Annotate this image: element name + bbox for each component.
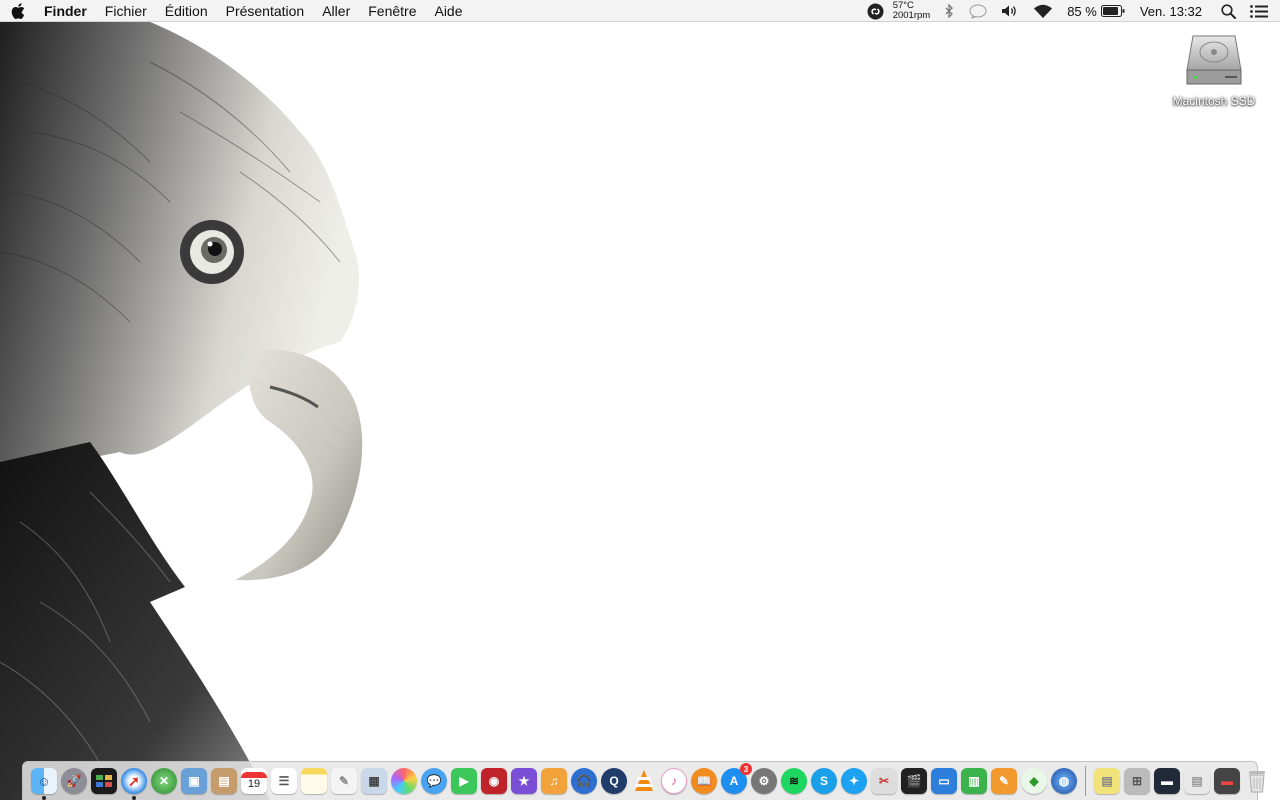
network-globe-icon[interactable]: ✕ <box>151 768 177 794</box>
launchpad-icon[interactable]: 🚀 <box>61 768 87 794</box>
app-store-icon[interactable]: A 3 <box>721 763 752 794</box>
messages-status-icon[interactable] <box>962 0 994 22</box>
drive-label: Macintosh SSD <box>1172 94 1256 108</box>
final-cut-icon[interactable]: 🎬 <box>901 768 927 794</box>
volume-icon[interactable] <box>994 0 1026 22</box>
menu-fichier[interactable]: Fichier <box>96 0 156 22</box>
mission-control-icon[interactable] <box>91 768 117 794</box>
photo-booth-icon[interactable]: ▦ <box>361 768 387 794</box>
messages-icon[interactable]: 💬 <box>421 768 447 794</box>
menu-aide[interactable]: Aide <box>425 0 471 22</box>
macintosh-ssd-drive[interactable]: Macintosh SSD <box>1166 30 1262 108</box>
stickies-folder-icon[interactable]: ▤ <box>1094 768 1120 794</box>
sims-icon[interactable]: ◆ <box>1021 768 1047 794</box>
recent-items-stack-icon[interactable]: ▬ <box>1214 768 1240 794</box>
app-store-badge: 3 <box>740 763 752 775</box>
menu-aller[interactable]: Aller <box>313 0 359 22</box>
desktop[interactable]: Macintosh SSD <box>0 22 1280 800</box>
hard-drive-icon <box>1186 35 1242 85</box>
vlc-icon[interactable] <box>631 768 657 794</box>
photos-icon[interactable] <box>391 768 417 794</box>
photo-booth-red-icon[interactable]: ◉ <box>481 768 507 794</box>
notification-center-icon[interactable] <box>1243 0 1280 22</box>
downloads-stack-icon[interactable]: ▬ <box>1154 768 1180 794</box>
documents-stack-icon[interactable]: ▤ <box>1184 768 1210 794</box>
audio-headphones-icon[interactable]: 🎧 <box>571 768 597 794</box>
spotlight-icon[interactable] <box>1214 0 1243 22</box>
numbers-icon[interactable]: ▥ <box>961 768 987 794</box>
google-earth-icon[interactable]: ◍ <box>1051 768 1077 794</box>
menu-finder[interactable]: Finder <box>36 0 96 22</box>
ibooks-icon[interactable]: 📖 <box>691 768 717 794</box>
clock[interactable]: Ven. 13:32 <box>1132 0 1214 22</box>
textedit-icon[interactable]: ✎ <box>331 768 357 794</box>
shazam-icon[interactable] <box>860 0 891 22</box>
contacts-icon[interactable]: ▤ <box>211 768 237 794</box>
notes-icon[interactable] <box>301 768 327 794</box>
battery-percentage: 85 % <box>1067 3 1097 19</box>
battery-icon <box>1100 5 1125 17</box>
battery-status[interactable]: 85 % <box>1060 0 1132 22</box>
dock-separator <box>1085 766 1086 796</box>
trash-icon[interactable] <box>1244 768 1270 794</box>
twitter-icon[interactable]: ✦ <box>841 768 867 794</box>
running-indicator <box>42 796 46 800</box>
system-preferences-icon[interactable]: ⚙ <box>751 768 777 794</box>
wifi-icon[interactable] <box>1026 0 1060 22</box>
keynote-icon[interactable]: ▭ <box>931 768 957 794</box>
safari-icon[interactable]: ➚ <box>121 768 147 800</box>
dock: ☺ 🚀 ➚ ✕ ▣ ▤ 19 ☰ ✎ ▦ 💬 ▶ ◉ ★ ♫ 🎧 Q ♪ 📖 A… <box>22 761 1265 800</box>
spotify-icon[interactable]: ≋ <box>781 768 807 794</box>
finder-icon[interactable]: ☺ <box>31 768 57 800</box>
calendar-icon[interactable]: 19 <box>241 768 267 794</box>
facetime-icon[interactable]: ▶ <box>451 768 477 794</box>
quicktime-icon[interactable]: Q <box>601 768 627 794</box>
fan-speed-value: 2001rpm <box>892 10 931 21</box>
utility-app-icon[interactable]: ✂ <box>871 768 897 794</box>
preview-icon[interactable]: ▣ <box>181 768 207 794</box>
menu-bar: Finder Fichier Édition Présentation Alle… <box>0 0 1280 22</box>
running-indicator <box>132 796 136 800</box>
itunes-icon[interactable]: ♪ <box>661 768 687 794</box>
temperature-monitor[interactable]: 57°C 2001rpm <box>891 1 937 21</box>
garageband-icon[interactable]: ♫ <box>541 768 567 794</box>
pages-icon[interactable]: ✎ <box>991 768 1017 794</box>
imovie-icon[interactable]: ★ <box>511 768 537 794</box>
menu-edition[interactable]: Édition <box>156 0 217 22</box>
eagle-wallpaper <box>0 22 363 800</box>
bluetooth-icon[interactable] <box>936 0 962 22</box>
apple-menu-icon[interactable] <box>0 2 36 19</box>
reminders-icon[interactable]: ☰ <box>271 768 297 794</box>
calendar-day: 19 <box>247 778 261 790</box>
menu-presentation[interactable]: Présentation <box>217 0 314 22</box>
menu-fenetre[interactable]: Fenêtre <box>359 0 425 22</box>
applications-folder-icon[interactable]: ⊞ <box>1124 768 1150 794</box>
skype-icon[interactable]: S <box>811 768 837 794</box>
